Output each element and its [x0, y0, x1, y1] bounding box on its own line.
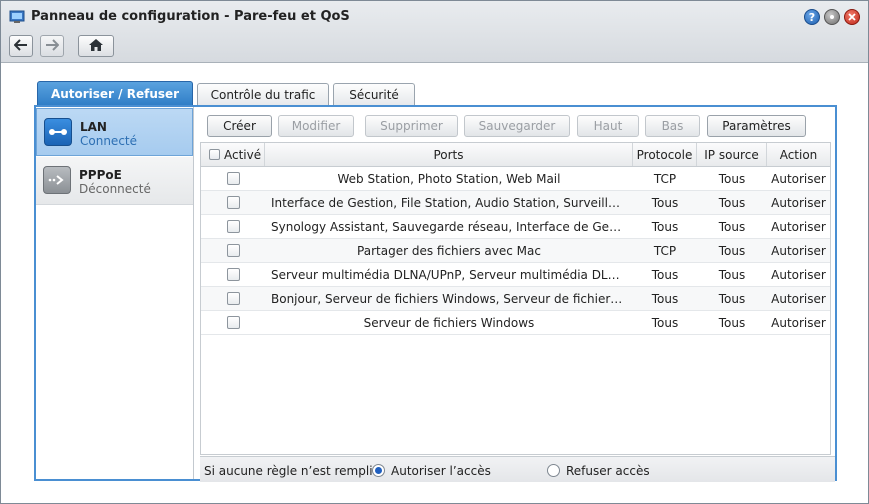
sidebar-item-label: PPPoE: [79, 168, 122, 182]
rule-source-ip: Tous: [718, 243, 746, 258]
rule-source-ip: Tous: [718, 267, 746, 282]
firewall-window: Panneau de configuration - Pare-feu et Q…: [0, 0, 869, 504]
rule-ports: Synology Assistant, Sauvegarde réseau, I…: [271, 219, 627, 234]
rule-enabled-checkbox[interactable]: [226, 220, 240, 233]
deny-access-label[interactable]: Refuser accès: [566, 464, 650, 478]
rule-action: Autoriser: [771, 171, 826, 186]
allow-access-label[interactable]: Autoriser l’accès: [391, 464, 491, 478]
rule-enabled-checkbox[interactable]: [226, 292, 240, 305]
connection-status: Connecté: [80, 134, 137, 148]
move-down-button[interactable]: Bas: [645, 115, 700, 137]
sidebar-item-lan[interactable]: LAN Connecté: [36, 108, 193, 156]
modify-button[interactable]: Modifier: [278, 115, 354, 137]
rule-protocol: TCP: [653, 171, 677, 186]
help-icon[interactable]: ?: [804, 9, 820, 25]
rule-ports: Serveur multimédia DLNA/UPnP, Serveur mu…: [271, 267, 627, 282]
table-row[interactable]: Bonjour, Serveur de fichiers Windows, Se…: [201, 287, 830, 311]
table-row[interactable]: Web Station, Photo Station, Web Mail TCP…: [201, 167, 830, 191]
move-up-button[interactable]: Haut: [577, 115, 639, 137]
rule-protocol: TCP: [653, 243, 677, 258]
default-policy-label: Si aucune règle n’est remplie:: [204, 464, 384, 478]
close-icon[interactable]: [844, 9, 860, 25]
arrow-left-icon: [13, 38, 28, 54]
column-header-ports[interactable]: Ports: [265, 143, 633, 166]
home-icon: [88, 38, 104, 55]
rule-enabled-checkbox[interactable]: [226, 268, 240, 281]
rule-action: Autoriser: [771, 195, 826, 210]
rule-protocol: Tous: [651, 219, 679, 234]
rule-protocol: Tous: [651, 291, 679, 306]
rule-protocol: Tous: [651, 315, 679, 330]
table-header: Activé Ports Protocole IP source Action: [201, 143, 830, 167]
rule-protocol: Tous: [651, 267, 679, 282]
rule-action: Autoriser: [771, 291, 826, 306]
title-bar: Panneau de configuration - Pare-feu et Q…: [1, 1, 868, 63]
window-title: Panneau de configuration - Pare-feu et Q…: [31, 9, 350, 24]
rule-ports: Interface de Gestion, File Station, Audi…: [271, 195, 627, 210]
rule-enabled-checkbox[interactable]: [226, 172, 240, 185]
rule-enabled-checkbox[interactable]: [226, 316, 240, 329]
settings-button[interactable]: Paramètres: [707, 115, 806, 137]
interface-list: LAN Connecté PPPoE Déconnecté: [36, 107, 194, 479]
rule-action: Autoriser: [771, 219, 826, 234]
lan-link-icon: [44, 118, 72, 146]
rule-source-ip: Tous: [718, 219, 746, 234]
arrow-right-icon: [45, 38, 60, 54]
forward-button[interactable]: [40, 35, 64, 57]
table-row[interactable]: Partager des fichiers avec Mac TCP Tous …: [201, 239, 830, 263]
rule-source-ip: Tous: [718, 291, 746, 306]
rules-table: Activé Ports Protocole IP source Action …: [200, 142, 831, 455]
table-row[interactable]: Synology Assistant, Sauvegarde réseau, I…: [201, 215, 830, 239]
default-policy-bar: Si aucune règle n’est remplie: Autoriser…: [200, 456, 835, 482]
rule-action: Autoriser: [771, 243, 826, 258]
back-button[interactable]: [9, 35, 33, 57]
create-button[interactable]: Créer: [207, 115, 272, 137]
rules-panel: LAN Connecté PPPoE Déconnecté Créer Modi…: [34, 105, 837, 482]
rules-content: Créer Modifier Supprimer Sauvegarder Hau…: [200, 111, 835, 482]
tab-traffic-control[interactable]: Contrôle du trafic: [197, 83, 329, 105]
deny-access-radio[interactable]: [547, 464, 560, 477]
sidebar-item-label: LAN: [80, 120, 107, 134]
table-row[interactable]: Serveur multimédia DLNA/UPnP, Serveur mu…: [201, 263, 830, 287]
rule-protocol: Tous: [651, 195, 679, 210]
rule-enabled-checkbox[interactable]: [226, 196, 240, 209]
rule-enabled-checkbox[interactable]: [226, 244, 240, 257]
rule-ports: Web Station, Photo Station, Web Mail: [337, 171, 561, 186]
tab-security[interactable]: Sécurité: [333, 83, 415, 105]
minimize-icon[interactable]: [824, 9, 840, 25]
rule-ports: Serveur de fichiers Windows: [363, 315, 535, 330]
rule-ports: Partager des fichiers avec Mac: [357, 243, 541, 258]
table-row[interactable]: Serveur de fichiers Windows Tous Tous Au…: [201, 311, 830, 335]
pppoe-arrow-icon: [43, 166, 71, 194]
rule-source-ip: Tous: [718, 315, 746, 330]
home-button[interactable]: [78, 35, 114, 57]
column-header-enabled[interactable]: Activé: [201, 143, 265, 166]
select-all-checkbox[interactable]: [209, 149, 220, 160]
table-row[interactable]: Interface de Gestion, File Station, Audi…: [201, 191, 830, 215]
column-header-action[interactable]: Action: [767, 143, 830, 166]
save-button[interactable]: Sauvegarder: [464, 115, 570, 137]
column-header-protocol[interactable]: Protocole: [633, 143, 697, 166]
connection-status: Déconnecté: [79, 182, 151, 196]
rule-action: Autoriser: [771, 267, 826, 282]
sidebar-item-pppoe[interactable]: PPPoE Déconnecté: [36, 157, 193, 205]
tab-allow-deny[interactable]: Autoriser / Refuser: [37, 81, 193, 106]
column-header-source-ip[interactable]: IP source: [697, 143, 767, 166]
rule-action: Autoriser: [771, 315, 826, 330]
control-panel-icon: [9, 9, 25, 25]
allow-access-radio[interactable]: [372, 464, 385, 477]
delete-button[interactable]: Supprimer: [365, 115, 458, 137]
rule-source-ip: Tous: [718, 195, 746, 210]
rule-source-ip: Tous: [718, 171, 746, 186]
rule-ports: Bonjour, Serveur de fichiers Windows, Se…: [271, 291, 627, 306]
